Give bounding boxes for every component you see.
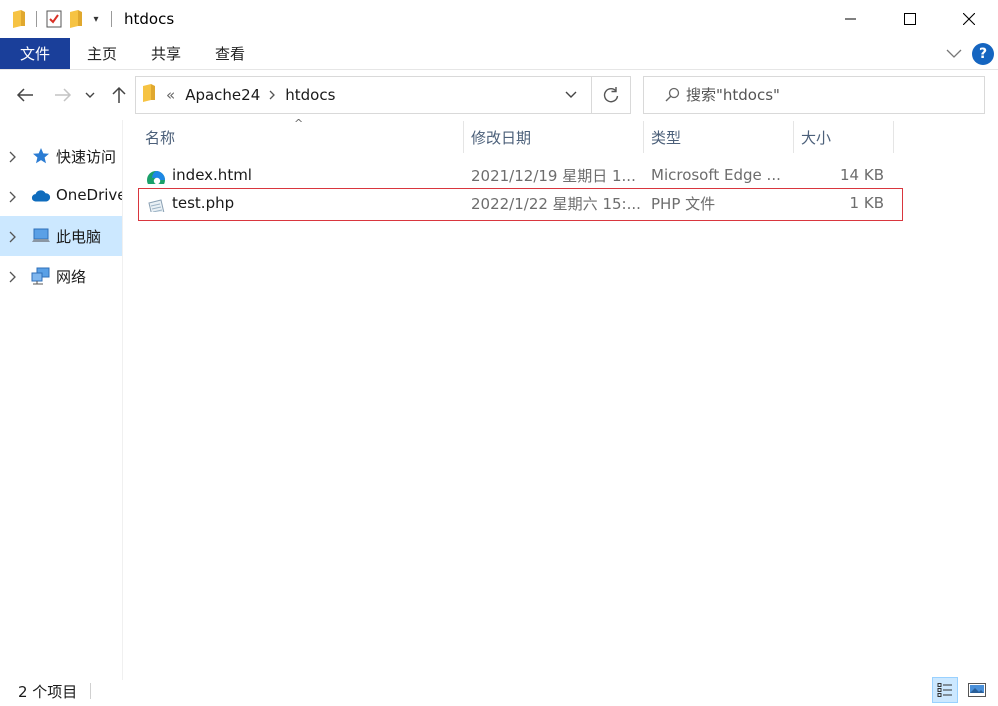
up-button[interactable]	[104, 80, 134, 110]
tab-file[interactable]: 文件	[0, 38, 70, 69]
breadcrumb-apache24[interactable]: Apache24	[185, 86, 260, 104]
column-headers: 名称 ^ 修改日期 类型 大小	[138, 117, 894, 153]
column-header-name[interactable]: 名称 ^	[138, 117, 464, 153]
file-list: index.html 2021/12/19 星期日 1... Microsoft…	[138, 161, 894, 217]
window-title: htdocs	[124, 10, 175, 28]
php-file-icon	[146, 198, 166, 212]
address-dropdown-icon[interactable]	[552, 77, 590, 113]
cloud-icon	[31, 187, 51, 205]
expand-chevron-icon[interactable]	[9, 189, 17, 207]
file-size: 1 KB	[849, 194, 884, 212]
column-header-type[interactable]: 类型	[644, 121, 794, 153]
column-header-label: 类型	[651, 128, 682, 147]
address-bar[interactable]: « Apache24 htdocs	[135, 76, 631, 114]
sort-ascending-icon: ^	[294, 117, 304, 130]
tab-home[interactable]: 主页	[70, 38, 134, 69]
status-divider	[90, 683, 91, 699]
title-bar: ▾ htdocs	[0, 0, 998, 38]
sidebar-item-label: 此电脑	[56, 228, 102, 246]
sidebar-item-quick-access[interactable]: 快速访问	[0, 136, 122, 176]
tab-view[interactable]: 查看	[198, 38, 262, 69]
computer-icon	[31, 227, 51, 245]
file-row-index-html[interactable]: index.html 2021/12/19 星期日 1... Microsoft…	[138, 161, 894, 189]
navigation-bar: « Apache24 htdocs	[0, 70, 998, 120]
toolbar-divider	[111, 11, 112, 27]
ribbon-tabs: 文件 主页 共享 查看 ?	[0, 38, 998, 70]
file-type: PHP 文件	[651, 194, 716, 213]
quick-access-toolbar: ▾	[0, 0, 118, 38]
breadcrumb-htdocs[interactable]: htdocs	[285, 86, 335, 104]
new-folder-icon[interactable]	[65, 8, 87, 30]
help-icon[interactable]: ?	[972, 42, 994, 65]
file-modified: 2022/1/22 星期六 15:...	[471, 194, 641, 213]
sidebar-item-network[interactable]: 网络	[0, 256, 122, 296]
file-name: index.html	[172, 166, 252, 184]
column-header-date[interactable]: 修改日期	[464, 121, 644, 153]
details-view-button[interactable]	[932, 677, 958, 703]
folder-icon[interactable]	[8, 8, 30, 30]
search-box[interactable]	[643, 76, 985, 114]
sidebar-item-label: 快速访问	[56, 148, 117, 166]
back-button[interactable]	[10, 80, 40, 110]
column-header-size[interactable]: 大小	[794, 121, 894, 153]
column-header-label: 大小	[801, 128, 832, 147]
refresh-button[interactable]	[591, 77, 630, 113]
expand-chevron-icon[interactable]	[9, 229, 17, 247]
expand-chevron-icon[interactable]	[9, 269, 17, 287]
sidebar-item-this-pc[interactable]: 此电脑	[0, 216, 122, 256]
star-icon	[31, 147, 51, 165]
file-type: Microsoft Edge ...	[651, 166, 781, 184]
breadcrumb-overflow[interactable]: «	[166, 86, 175, 104]
search-icon	[664, 87, 680, 103]
file-size: 14 KB	[840, 166, 884, 184]
edge-icon	[146, 170, 166, 184]
file-name: test.php	[172, 194, 235, 212]
minimize-button[interactable]	[821, 0, 880, 38]
search-input[interactable]	[686, 86, 956, 104]
column-header-label: 修改日期	[471, 128, 532, 147]
sidebar-item-label: OneDrive	[56, 186, 122, 204]
properties-icon[interactable]	[43, 8, 65, 30]
column-header-label: 名称	[145, 128, 176, 147]
status-item-count: 2 个项目	[18, 683, 78, 701]
customize-toolbar-dropdown-icon[interactable]: ▾	[87, 8, 105, 30]
tab-share[interactable]: 共享	[134, 38, 198, 69]
recent-locations-dropdown-icon[interactable]	[80, 80, 100, 110]
close-button[interactable]	[939, 0, 998, 38]
sidebar-item-onedrive[interactable]: OneDrive	[0, 176, 122, 216]
network-icon	[31, 267, 51, 285]
sidebar-divider	[122, 120, 123, 680]
toolbar-divider	[36, 11, 37, 27]
forward-button[interactable]	[48, 80, 78, 110]
navigation-pane: 快速访问 OneDrive 此电脑 网络	[0, 136, 122, 666]
folder-icon	[142, 84, 156, 106]
maximize-button[interactable]	[880, 0, 939, 38]
file-row-test-php[interactable]: test.php 2022/1/22 星期六 15:... PHP 文件 1 K…	[138, 189, 894, 217]
breadcrumb-separator-icon[interactable]	[269, 90, 276, 100]
expand-ribbon-chevron-icon[interactable]	[946, 45, 962, 63]
large-icons-view-button[interactable]	[964, 677, 990, 703]
file-modified: 2021/12/19 星期日 1...	[471, 166, 636, 185]
expand-chevron-icon[interactable]	[9, 149, 17, 167]
sidebar-item-label: 网络	[56, 268, 87, 286]
